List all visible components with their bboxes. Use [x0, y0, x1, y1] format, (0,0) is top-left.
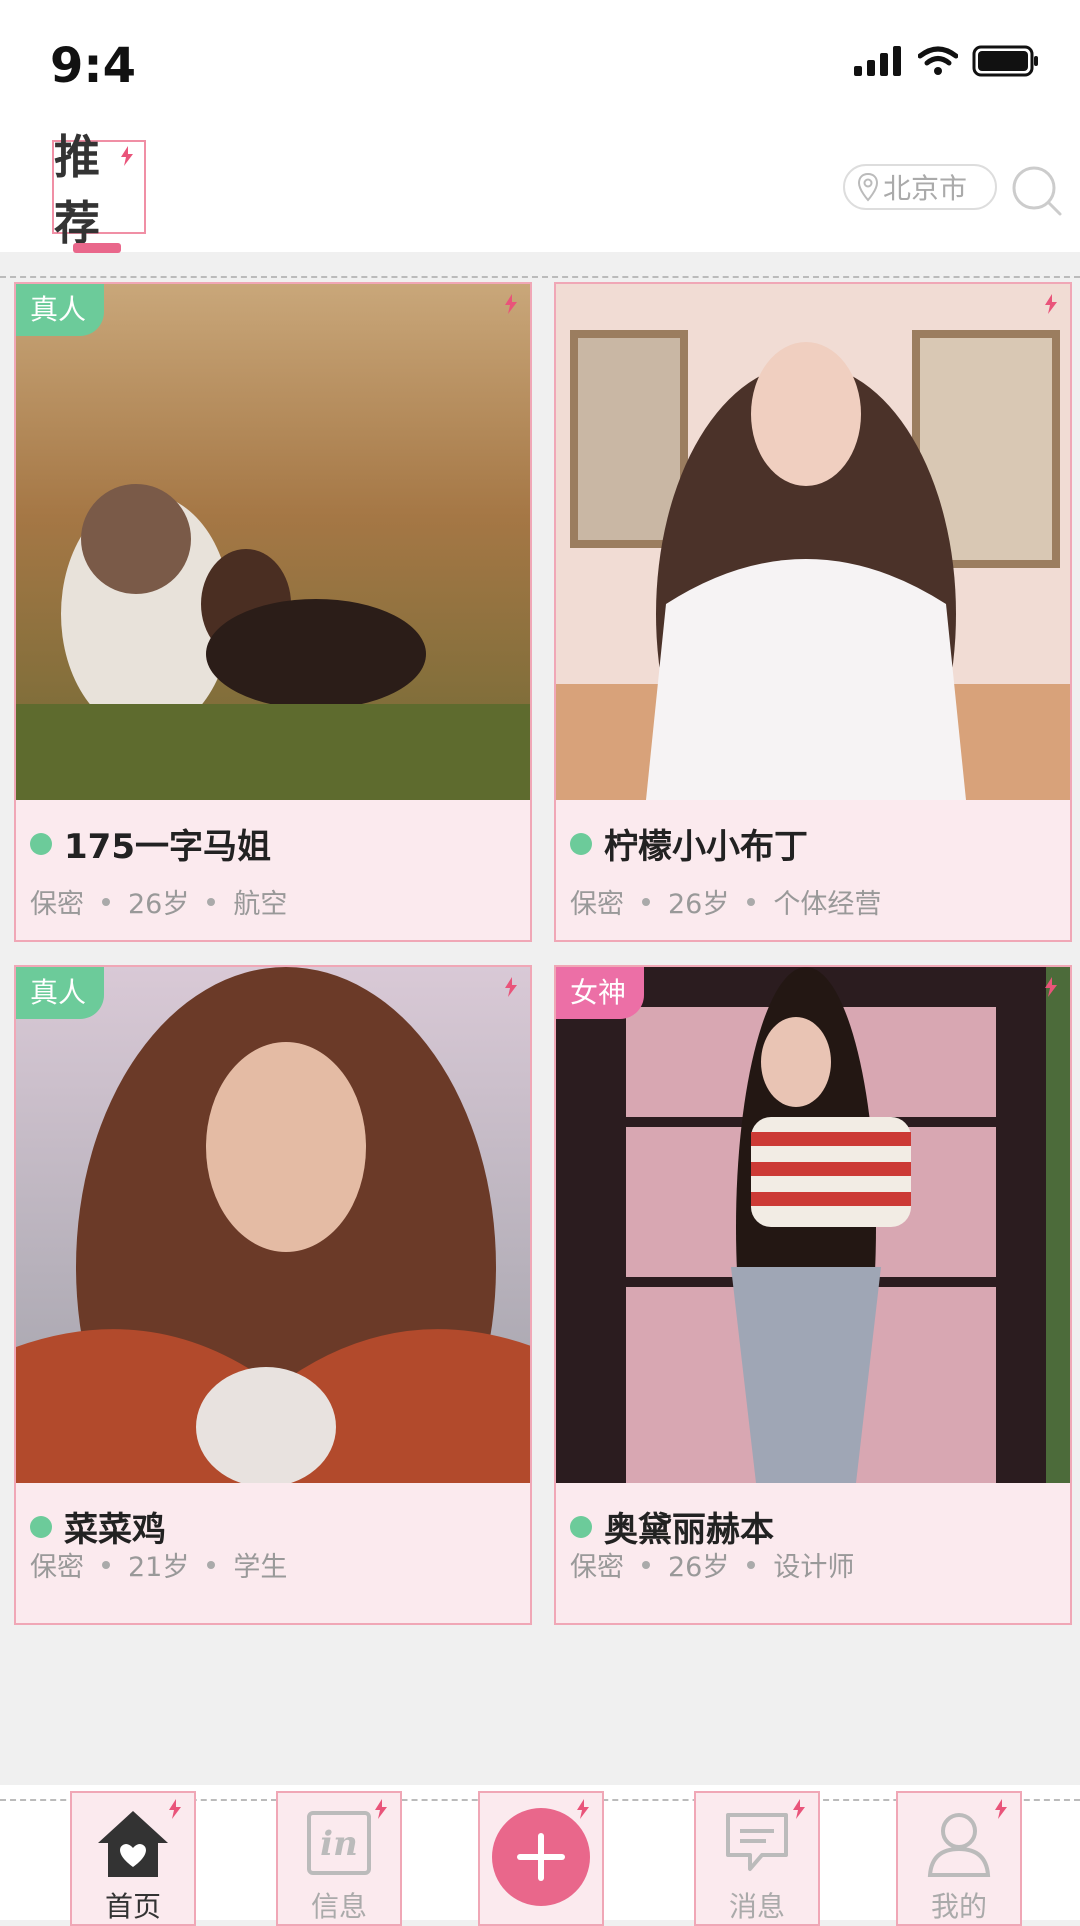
badge-real: 真人 — [16, 967, 105, 1019]
profile-name: 菜菜鸡 — [30, 1502, 166, 1551]
bottom-tab-bar: 首页 in 信息 消息 我的 — [0, 1785, 1080, 1926]
status-bar: 9:4 — [0, 0, 1080, 130]
profile-name: 175一字马姐 — [30, 819, 271, 868]
tab-info[interactable]: in 信息 — [276, 1791, 402, 1926]
profile-name: 奥黛丽赫本 — [570, 1502, 774, 1551]
header: 推荐 北京市 — [0, 130, 1080, 253]
message-icon — [726, 1813, 788, 1871]
profile-meta: 保密 21岁 学生 — [30, 1545, 287, 1584]
tab-me-label: 我的 — [930, 1890, 987, 1923]
separator-dot — [207, 897, 216, 906]
wifi-icon — [918, 46, 958, 75]
meta-age: 21岁 — [128, 1552, 190, 1583]
badge-goddess: 女神 — [556, 967, 645, 1019]
tab-messages-label: 消息 — [728, 1890, 785, 1923]
add-icon — [492, 1808, 590, 1906]
bolt-icon — [793, 1799, 805, 1819]
tab-info-label: 信息 — [310, 1890, 367, 1923]
profile-card[interactable]: 柠檬小小布丁 保密 26岁 个体经营 — [554, 282, 1072, 942]
name-text: 175一字马姐 — [64, 827, 271, 867]
separator-dot — [207, 1560, 216, 1569]
bolt-icon — [505, 294, 517, 314]
meta-age: 26岁 — [128, 889, 190, 920]
bolt-icon — [121, 146, 133, 166]
profile-card[interactable]: 女神 奥黛丽赫本 保密 26岁 设计师 — [554, 965, 1072, 1625]
info-icon: in — [307, 1811, 371, 1875]
profile-meta: 保密 26岁 个体经营 — [570, 882, 881, 921]
bolt-icon — [169, 1799, 181, 1819]
meta-gender: 保密 — [30, 1552, 84, 1583]
online-indicator — [30, 1515, 52, 1538]
profile-card[interactable]: 真人 菜菜鸡 保密 21岁 学生 — [14, 965, 532, 1625]
profile-card[interactable]: 真人 175一字马姐 保密 26岁 航空 — [14, 282, 532, 942]
meta-gender: 保密 — [570, 889, 624, 920]
user-icon — [927, 1813, 991, 1877]
badge-real: 真人 — [16, 284, 105, 336]
separator-dot — [102, 1560, 110, 1569]
online-indicator — [570, 832, 592, 855]
separator-dot — [102, 897, 110, 906]
bolt-icon — [1045, 977, 1057, 997]
signal-icon — [854, 46, 901, 76]
meta-occupation: 设计师 — [773, 1552, 855, 1583]
profile-meta: 保密 26岁 航空 — [30, 882, 287, 921]
online-indicator — [30, 832, 52, 855]
location-label: 北京市 — [883, 172, 968, 205]
separator-dot — [642, 897, 650, 906]
meta-occupation: 航空 — [233, 889, 288, 920]
svg-text:in: in — [320, 1824, 358, 1864]
separator-dot — [642, 1560, 650, 1569]
divider — [0, 276, 1080, 278]
meta-gender: 保密 — [570, 1552, 624, 1583]
tab-home[interactable]: 首页 — [70, 1791, 196, 1926]
location-pin-icon — [857, 172, 879, 202]
meta-occupation: 学生 — [233, 1552, 288, 1583]
location-selector[interactable]: 北京市 — [843, 164, 997, 210]
tab-post[interactable] — [478, 1791, 604, 1926]
tab-recommend[interactable]: 推荐 — [52, 130, 146, 250]
bolt-icon — [375, 1799, 387, 1819]
profile-photo — [556, 284, 1070, 800]
meta-age: 26岁 — [668, 1552, 730, 1583]
bolt-icon — [577, 1799, 589, 1819]
separator-dot — [747, 897, 756, 906]
name-text: 菜菜鸡 — [64, 1510, 166, 1550]
online-indicator — [570, 1515, 592, 1538]
status-icons — [854, 45, 1040, 77]
tab-recommend-label: 推荐 — [54, 130, 100, 250]
name-text: 奥黛丽赫本 — [604, 1510, 774, 1550]
tab-home-label: 首页 — [104, 1890, 161, 1923]
meta-occupation: 个体经营 — [773, 889, 882, 920]
profile-photo — [16, 284, 530, 800]
profile-photo — [16, 967, 530, 1483]
meta-gender: 保密 — [30, 889, 84, 920]
profile-photo — [556, 967, 1070, 1483]
profile-meta: 保密 26岁 设计师 — [570, 1545, 854, 1584]
bolt-icon — [505, 977, 517, 997]
tab-me[interactable]: 我的 — [896, 1791, 1022, 1926]
tab-underline — [73, 243, 121, 253]
bolt-icon — [995, 1799, 1007, 1819]
meta-age: 26岁 — [668, 889, 730, 920]
separator-dot — [747, 1560, 756, 1569]
search-icon[interactable] — [1008, 162, 1064, 218]
name-text: 柠檬小小布丁 — [604, 827, 808, 867]
status-time: 9:4 — [50, 38, 136, 94]
home-heart-icon — [98, 1811, 168, 1877]
tab-messages[interactable]: 消息 — [694, 1791, 820, 1926]
bolt-icon — [1045, 294, 1057, 314]
profile-name: 柠檬小小布丁 — [570, 819, 808, 868]
battery-icon — [972, 45, 1038, 77]
